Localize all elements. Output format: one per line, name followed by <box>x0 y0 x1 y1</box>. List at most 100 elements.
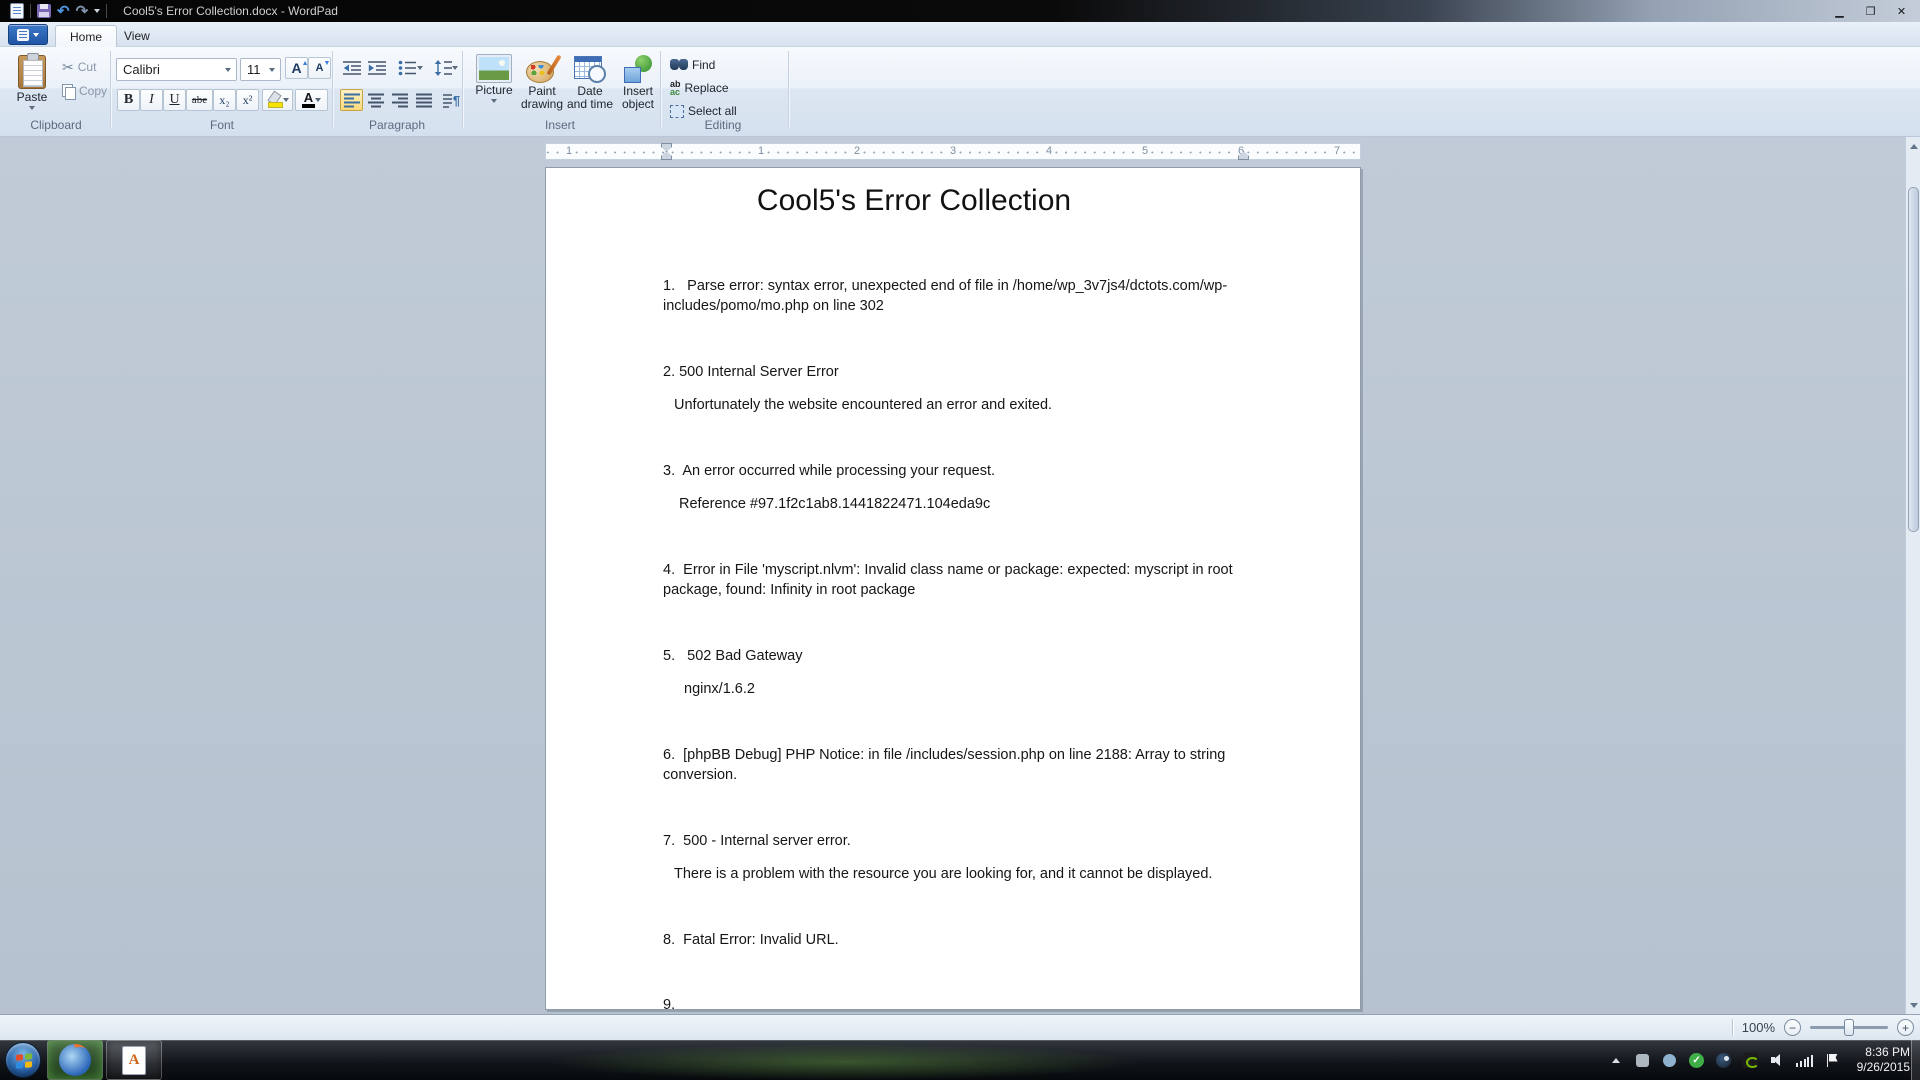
zoom-slider[interactable] <box>1810 1026 1888 1029</box>
align-right-button[interactable] <box>388 89 411 111</box>
tray-antivirus-button[interactable]: ✓ <box>1689 1052 1705 1068</box>
ruler-number: 5 <box>1139 145 1151 158</box>
scroll-up-button[interactable] <box>1907 138 1920 154</box>
binoculars-icon <box>670 59 688 71</box>
tray-volume-button[interactable] <box>1770 1052 1786 1068</box>
replace-icon: abac <box>670 80 681 96</box>
tray-icon-misc-1[interactable] <box>1635 1052 1651 1068</box>
document-line: 3. An error occurred while processing yo… <box>663 462 995 480</box>
increase-indent-button[interactable] <box>365 57 388 79</box>
title-bar: ↶ ↷ Cool5's Error Collection.docx - Word… <box>0 0 1920 22</box>
document-line: conversion. <box>663 766 737 784</box>
flag-icon <box>1825 1053 1839 1068</box>
chevron-up-icon <box>1612 1058 1620 1063</box>
redo-button[interactable]: ↷ <box>76 4 89 19</box>
justify-button[interactable] <box>412 89 435 111</box>
font-size-combo[interactable]: 11 <box>240 58 281 81</box>
list-button[interactable] <box>394 57 427 79</box>
strikethrough-button[interactable]: abe <box>186 89 213 111</box>
left-indent-marker[interactable] <box>660 143 671 160</box>
start-button[interactable] <box>5 1042 41 1078</box>
tray-icon-misc-2[interactable] <box>1662 1052 1678 1068</box>
chevron-down-icon <box>491 99 497 103</box>
cut-label: Cut <box>78 60 97 74</box>
scroll-down-button[interactable] <box>1907 997 1920 1013</box>
chevron-down-icon <box>33 33 39 37</box>
tray-action-center-button[interactable] <box>1824 1052 1840 1068</box>
subscript-button[interactable]: x₂ <box>213 89 236 111</box>
scrollbar-thumb[interactable] <box>1908 187 1919 532</box>
close-button[interactable]: ✕ <box>1887 2 1916 20</box>
pilcrow-icon: ¶ <box>453 93 460 108</box>
zoom-controls: 100% − + <box>1732 1015 1914 1040</box>
copy-label: Copy <box>79 84 107 98</box>
zoom-in-button[interactable]: + <box>1897 1019 1914 1036</box>
line-spacing-button[interactable] <box>430 57 462 79</box>
tab-view-label: View <box>124 29 150 43</box>
calendar-clock-icon <box>574 55 606 83</box>
zoom-level: 100% <box>1742 1020 1775 1035</box>
clipboard-group-label: Clipboard <box>30 118 81 132</box>
taskbar-clock[interactable]: 8:36 PM 9/26/2015 <box>1851 1045 1910 1075</box>
clock-date: 9/26/2015 <box>1857 1060 1910 1074</box>
cut-button[interactable]: ✂Cut <box>60 57 98 77</box>
insert-picture-button[interactable]: Picture <box>470 51 518 129</box>
bold-button[interactable]: B <box>117 89 140 111</box>
paint-palette-icon <box>525 55 559 83</box>
font-color-icon: A <box>302 92 315 108</box>
clock-time: 8:36 PM <box>1865 1045 1910 1059</box>
replace-label: Replace <box>685 81 729 95</box>
document-line: Unfortunately the website encountered an… <box>674 396 1052 414</box>
shrink-font-button[interactable]: A▼ <box>308 57 331 79</box>
italic-button[interactable]: I <box>140 89 163 111</box>
text-highlight-button[interactable] <box>262 89 293 111</box>
maximize-button[interactable]: ❐ <box>1856 2 1885 20</box>
document-line: 1. Parse error: syntax error, unexpected… <box>663 277 1227 295</box>
minimize-button[interactable]: ▁ <box>1825 2 1854 20</box>
font-family-combo[interactable]: Calibri <box>116 58 237 81</box>
steam-icon <box>1716 1053 1731 1068</box>
copy-icon <box>62 84 75 98</box>
line-spacing-icon <box>434 60 452 76</box>
editing-group-label: Editing <box>705 118 742 132</box>
group-separator <box>332 51 333 127</box>
taskbar-firefox-button[interactable] <box>47 1040 103 1080</box>
undo-button[interactable]: ↶ <box>57 4 70 19</box>
font-color-button[interactable]: A <box>295 89 328 111</box>
wordpad-app-icon[interactable] <box>10 3 24 19</box>
zoom-out-button[interactable]: − <box>1784 1019 1801 1036</box>
zoom-slider-thumb[interactable] <box>1844 1019 1854 1036</box>
replace-button[interactable]: abac Replace <box>668 78 731 98</box>
save-button[interactable] <box>37 4 51 18</box>
find-button[interactable]: Find <box>668 55 717 75</box>
tray-misc-icon <box>1636 1054 1649 1067</box>
superscript-button[interactable]: x² <box>236 89 259 111</box>
show-desktop-button[interactable] <box>1911 1040 1920 1080</box>
underline-button[interactable]: U <box>163 89 186 111</box>
document-title: Cool5's Error Collection <box>757 184 1071 218</box>
tray-steam-button[interactable] <box>1716 1052 1732 1068</box>
taskbar-wordpad-button[interactable]: A <box>106 1040 162 1080</box>
ruler-number: 1 <box>755 145 767 158</box>
tab-view[interactable]: View <box>110 25 164 47</box>
vertical-scrollbar[interactable] <box>1905 137 1920 1014</box>
insert-object-button[interactable]: Insert object <box>614 51 662 129</box>
align-center-button[interactable] <box>364 89 387 111</box>
wordpad-window: ↶ ↷ Cool5's Error Collection.docx - Word… <box>0 0 1920 1080</box>
tab-home[interactable]: Home <box>55 25 117 47</box>
decrease-indent-button[interactable] <box>340 57 363 79</box>
document-page[interactable]: Cool5's Error Collection 1. Parse error:… <box>545 167 1361 1010</box>
wordpad-menu-button[interactable] <box>8 24 48 45</box>
show-hidden-icons-button[interactable] <box>1608 1052 1624 1068</box>
font-family-value: Calibri <box>123 62 160 77</box>
grow-font-button[interactable]: A▲ <box>285 57 308 79</box>
chevron-down-icon <box>29 106 35 110</box>
tray-network-button[interactable] <box>1797 1052 1813 1068</box>
picture-label: Picture <box>475 84 512 97</box>
qat-customize-dropdown[interactable] <box>94 9 100 13</box>
tray-nvidia-button[interactable] <box>1743 1052 1759 1068</box>
copy-button[interactable]: Copy <box>60 81 109 101</box>
align-left-button[interactable] <box>340 89 363 111</box>
paragraph-dialog-button[interactable]: ¶ <box>440 89 463 111</box>
font-size-value: 11 <box>247 62 261 77</box>
